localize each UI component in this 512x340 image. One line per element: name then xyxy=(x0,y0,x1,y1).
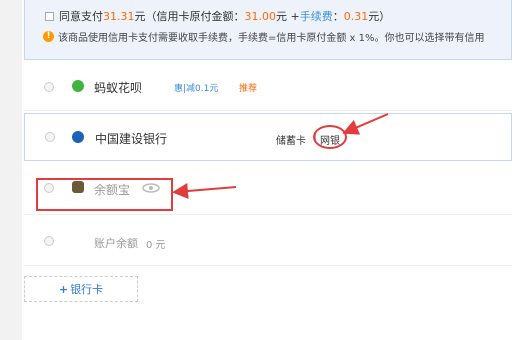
arrow-to-yuebao xyxy=(172,183,237,199)
annotation-arrows xyxy=(172,113,389,199)
arrow-to-netbank xyxy=(342,113,389,135)
